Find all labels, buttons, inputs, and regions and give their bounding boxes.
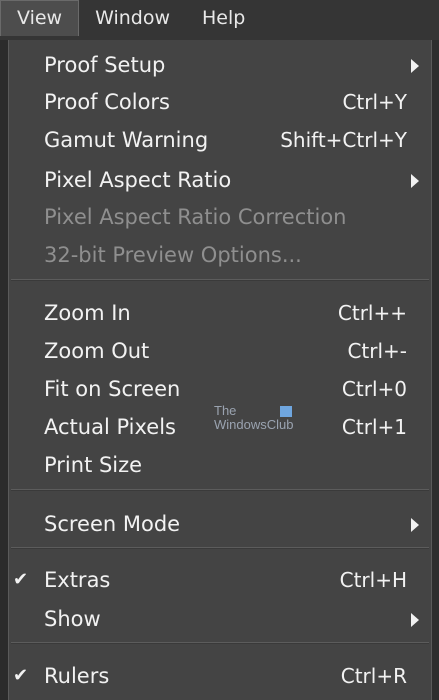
menu-item-label: Rulers — [44, 664, 110, 688]
menu-item-zoom-out[interactable]: Zoom Out Ctrl+- — [9, 332, 431, 370]
menu-help[interactable]: Help — [186, 0, 261, 36]
menu-view[interactable]: View — [0, 0, 80, 36]
menu-item-screen-mode[interactable]: Screen Mode — [9, 505, 431, 543]
checkmark-icon: ✔ — [13, 569, 29, 590]
menu-item-label: Zoom Out — [44, 339, 150, 363]
menu-item-shortcut: Ctrl+H — [339, 568, 407, 592]
menu-item-show[interactable]: Show — [9, 600, 431, 638]
menu-item-label: Fit on Screen — [44, 377, 181, 401]
menu-item-label: Screen Mode — [44, 512, 181, 536]
submenu-arrow-icon — [411, 518, 419, 532]
menu-item-32bit-preview-options: 32-bit Preview Options... — [9, 236, 431, 274]
menu-item-shortcut: Ctrl+- — [347, 339, 407, 363]
menu-item-shortcut: Ctrl++ — [337, 301, 407, 325]
menu-item-shortcut: Ctrl+R — [340, 664, 407, 688]
menu-item-shortcut: Ctrl+Y — [342, 90, 407, 114]
menu-separator — [11, 279, 429, 281]
menu-item-gamut-warning[interactable]: Gamut Warning Shift+Ctrl+Y — [9, 121, 431, 159]
menu-item-pixel-aspect-ratio-correction: Pixel Aspect Ratio Correction — [9, 198, 431, 236]
left-panel-edge — [0, 40, 8, 700]
checkmark-icon: ✔ — [13, 665, 29, 686]
menu-item-shortcut: Shift+Ctrl+Y — [280, 128, 407, 152]
menu-item-proof-colors[interactable]: Proof Colors Ctrl+Y — [9, 83, 431, 121]
watermark-line-2: WindowsClub — [214, 417, 294, 432]
submenu-arrow-icon — [411, 174, 419, 188]
menu-bar: View Window Help — [0, 0, 439, 40]
menu-item-label: Proof Setup — [44, 53, 166, 77]
menu-item-label: 32-bit Preview Options... — [44, 243, 302, 267]
menu-item-label: Gamut Warning — [44, 128, 209, 152]
menu-item-label: Extras — [44, 568, 111, 592]
right-panel-edge — [432, 40, 439, 700]
view-dropdown-menu: Proof Setup Proof Colors Ctrl+Y Gamut Wa… — [8, 40, 432, 700]
menu-item-shortcut: Ctrl+1 — [341, 415, 407, 439]
menu-item-pixel-aspect-ratio[interactable]: Pixel Aspect Ratio — [9, 161, 431, 199]
submenu-arrow-icon — [411, 59, 419, 73]
menu-window[interactable]: Window — [79, 0, 186, 36]
menu-item-extras[interactable]: ✔ Extras Ctrl+H — [9, 561, 431, 599]
menu-item-rulers[interactable]: ✔ Rulers Ctrl+R — [9, 657, 431, 695]
submenu-arrow-icon — [411, 613, 419, 627]
menu-item-zoom-in[interactable]: Zoom In Ctrl++ — [9, 294, 431, 332]
menu-item-label: Pixel Aspect Ratio Correction — [44, 205, 347, 229]
menu-separator — [11, 642, 429, 644]
menu-separator — [11, 489, 429, 491]
menu-item-label: Pixel Aspect Ratio — [44, 168, 232, 192]
menu-item-label: Show — [44, 607, 101, 631]
menu-item-print-size[interactable]: Print Size — [9, 446, 431, 484]
menu-item-label: Print Size — [44, 453, 143, 477]
menu-item-shortcut: Ctrl+0 — [341, 377, 407, 401]
watermark-logo-icon — [280, 406, 292, 417]
menu-item-proof-setup[interactable]: Proof Setup — [9, 46, 431, 84]
menu-item-label: Actual Pixels — [44, 415, 176, 439]
menu-separator — [11, 547, 429, 549]
menu-item-label: Zoom In — [44, 301, 131, 325]
menu-item-label: Proof Colors — [44, 90, 170, 114]
